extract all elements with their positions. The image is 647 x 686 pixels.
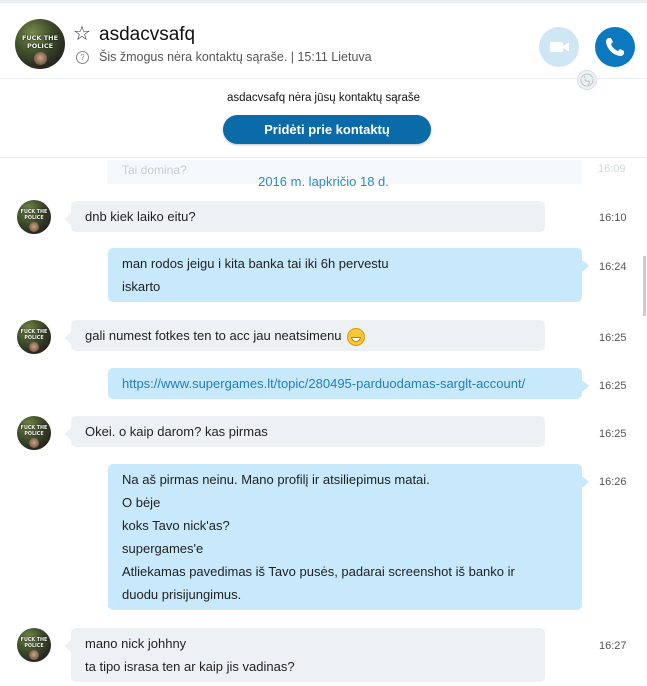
video-call-button[interactable] — [539, 27, 579, 67]
add-to-contacts-button[interactable]: Pridėti prie kontaktų — [223, 115, 431, 144]
message-time: 16:10 — [599, 212, 627, 224]
message-line: duodu prisijungimus. — [122, 587, 242, 602]
message-line: supergames'e — [122, 541, 204, 556]
avatar-face — [34, 52, 47, 65]
conversation-header: FUCK THE POLICE ☆ asdacvsafq ? Šis žmogu… — [0, 3, 647, 90]
message-line: Okei. o kaip darom? kas pirmas — [85, 424, 268, 439]
avatar-face — [29, 650, 39, 660]
contact-avatar[interactable]: FUCK THE POLICE — [15, 19, 65, 69]
sender-avatar[interactable]: FUCK THE POLICE — [17, 200, 51, 234]
avatar-text-line-1: FUCK THE — [21, 34, 59, 42]
message-line-with-emoji: gali numest fotkes ten to acc jau neatsi… — [85, 324, 531, 347]
not-in-contacts-notice: asdacvsafq nėra jūsų kontaktų sąraše — [226, 92, 421, 104]
message-line: iskarto — [122, 279, 161, 294]
message-time: 16:27 — [599, 640, 627, 652]
video-camera-icon — [550, 42, 569, 52]
incoming-message[interactable]: dnb kiek laiko eitu? — [64, 201, 545, 232]
message-line: dnb kiek laiko eitu? — [85, 209, 196, 224]
incoming-message[interactable]: Okei. o kaip darom? kas pirmas — [64, 416, 545, 447]
message-line: Atliekamas pavedimas iš Tavo pusės, pada… — [122, 564, 515, 579]
sender-avatar[interactable]: FUCK THE POLICE — [17, 416, 51, 450]
message-line: mano nick johhny — [85, 636, 187, 651]
globe-icon[interactable] — [577, 70, 597, 90]
message-line: Na aš pirmas neinu. Mano profilį ir atsi… — [122, 472, 430, 487]
outgoing-message[interactable]: Na aš pirmas neinu. Mano profilį ir atsi… — [108, 464, 589, 610]
message-time: 16:25 — [599, 380, 627, 392]
message-text: gali numest fotkes ten to acc jau neatsi… — [85, 328, 342, 343]
message-line: man rodos jeigu i kita banka tai iki 6h … — [122, 256, 389, 271]
outgoing-message[interactable]: man rodos jeigu i kita banka tai iki 6h … — [108, 248, 589, 302]
avatar-face — [29, 342, 39, 352]
message-link[interactable]: https://www.supergames.lt/topic/280495-p… — [122, 372, 568, 395]
message-time: 16:26 — [599, 476, 627, 488]
message-line: koks Tavo nick'as? — [122, 518, 230, 533]
message-time: 16:25 — [599, 332, 627, 344]
avatar-text-line-2: POLICE — [26, 42, 54, 50]
sender-avatar[interactable]: FUCK THE POLICE — [17, 628, 51, 662]
favorite-star-icon[interactable]: ☆ — [73, 24, 91, 44]
sender-avatar[interactable]: FUCK THE POLICE — [17, 320, 51, 354]
contact-name[interactable]: asdacvsafq — [99, 24, 195, 46]
contact-status: Šis žmogus nėra kontaktų sąraše. | 15:11… — [99, 50, 372, 64]
incoming-message[interactable]: mano nick johhny ta tipo israsa ten ar k… — [64, 628, 545, 682]
header-divider — [0, 78, 647, 79]
date-separator: 2016 m. lapkričio 18 d. — [258, 174, 389, 189]
help-question-icon: ? — [76, 51, 89, 64]
message-line: ta tipo israsa ten ar kaip jis vadinas? — [85, 659, 295, 674]
audio-call-button[interactable] — [595, 27, 635, 67]
globe-shape — [580, 73, 594, 87]
message-time: 16:24 — [599, 261, 627, 273]
notice-divider — [0, 157, 647, 158]
incoming-message[interactable]: gali numest fotkes ten to acc jau neatsi… — [64, 320, 545, 351]
avatar-face — [29, 438, 39, 448]
outgoing-message[interactable]: https://www.supergames.lt/topic/280495-p… — [108, 368, 589, 399]
scrollbar-thumb[interactable] — [643, 256, 646, 316]
phone-icon — [606, 38, 624, 56]
message-line: O bėje — [122, 495, 161, 510]
grinning-face-icon — [347, 327, 366, 346]
message-time: 16:25 — [599, 428, 627, 440]
avatar-face — [29, 222, 39, 232]
